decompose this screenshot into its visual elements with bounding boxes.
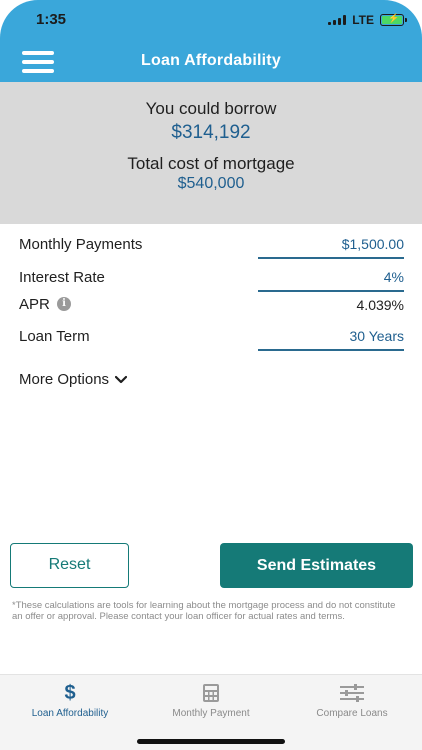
loan-term-select[interactable]: 30 Years <box>258 328 405 344</box>
more-options-label: More Options <box>19 371 110 388</box>
disclaimer-text: *These calculations are tools for learni… <box>12 600 396 622</box>
borrow-label: You could borrow <box>145 99 277 118</box>
send-estimates-button[interactable]: Send Estimates <box>220 543 413 588</box>
battery-icon: ⚡ <box>380 13 407 26</box>
interest-rate-label: Interest Rate <box>19 269 105 286</box>
more-options-toggle[interactable]: More Options <box>19 371 128 388</box>
reset-button[interactable]: Reset <box>10 543 129 588</box>
total-cost-label: Total cost of mortgage <box>127 154 295 173</box>
page-title: Loan Affordability <box>141 52 281 69</box>
apr-label: APR <box>19 296 50 313</box>
total-cost-value: $540,000 <box>177 175 245 192</box>
borrow-summary: You could borrow $314,192 Total cost of … <box>0 82 422 224</box>
info-icon[interactable]: i <box>57 297 71 311</box>
app-screen: 1:35 LTE ⚡ Loan Affordability You could … <box>0 0 422 750</box>
chevron-down-icon <box>115 375 128 383</box>
monthly-payments-input[interactable]: $1,500.00 <box>258 236 404 252</box>
tab-label: Loan Affordability <box>31 708 109 719</box>
network-label: LTE <box>352 13 374 27</box>
monthly-payments-label: Monthly Payments <box>19 236 143 253</box>
tab-label: Monthly Payment <box>172 708 250 719</box>
status-time: 1:35 <box>36 11 67 28</box>
app-header: 1:35 LTE ⚡ Loan Affordability <box>0 0 422 82</box>
loan-term-label: Loan Term <box>19 328 90 345</box>
borrow-value: $314,192 <box>171 122 251 143</box>
tab-loan-affordability[interactable]: $ Loan Affordability <box>0 675 140 725</box>
signal-icon <box>328 15 347 25</box>
calculator-icon <box>203 684 219 702</box>
sliders-icon <box>340 684 364 702</box>
tab-compare-loans[interactable]: Compare Loans <box>282 675 422 725</box>
interest-rate-input[interactable]: 4% <box>258 269 404 285</box>
status-indicators: LTE ⚡ <box>328 13 407 27</box>
tab-monthly-payment[interactable]: Monthly Payment <box>141 675 281 725</box>
tab-label: Compare Loans <box>316 708 388 719</box>
home-indicator[interactable] <box>137 739 285 744</box>
interest-rate-underline <box>258 290 404 292</box>
apr-value: 4.039% <box>356 297 404 313</box>
loan-term-underline <box>258 349 404 351</box>
monthly-payments-underline <box>258 257 404 259</box>
dollar-icon: $ <box>64 682 76 704</box>
